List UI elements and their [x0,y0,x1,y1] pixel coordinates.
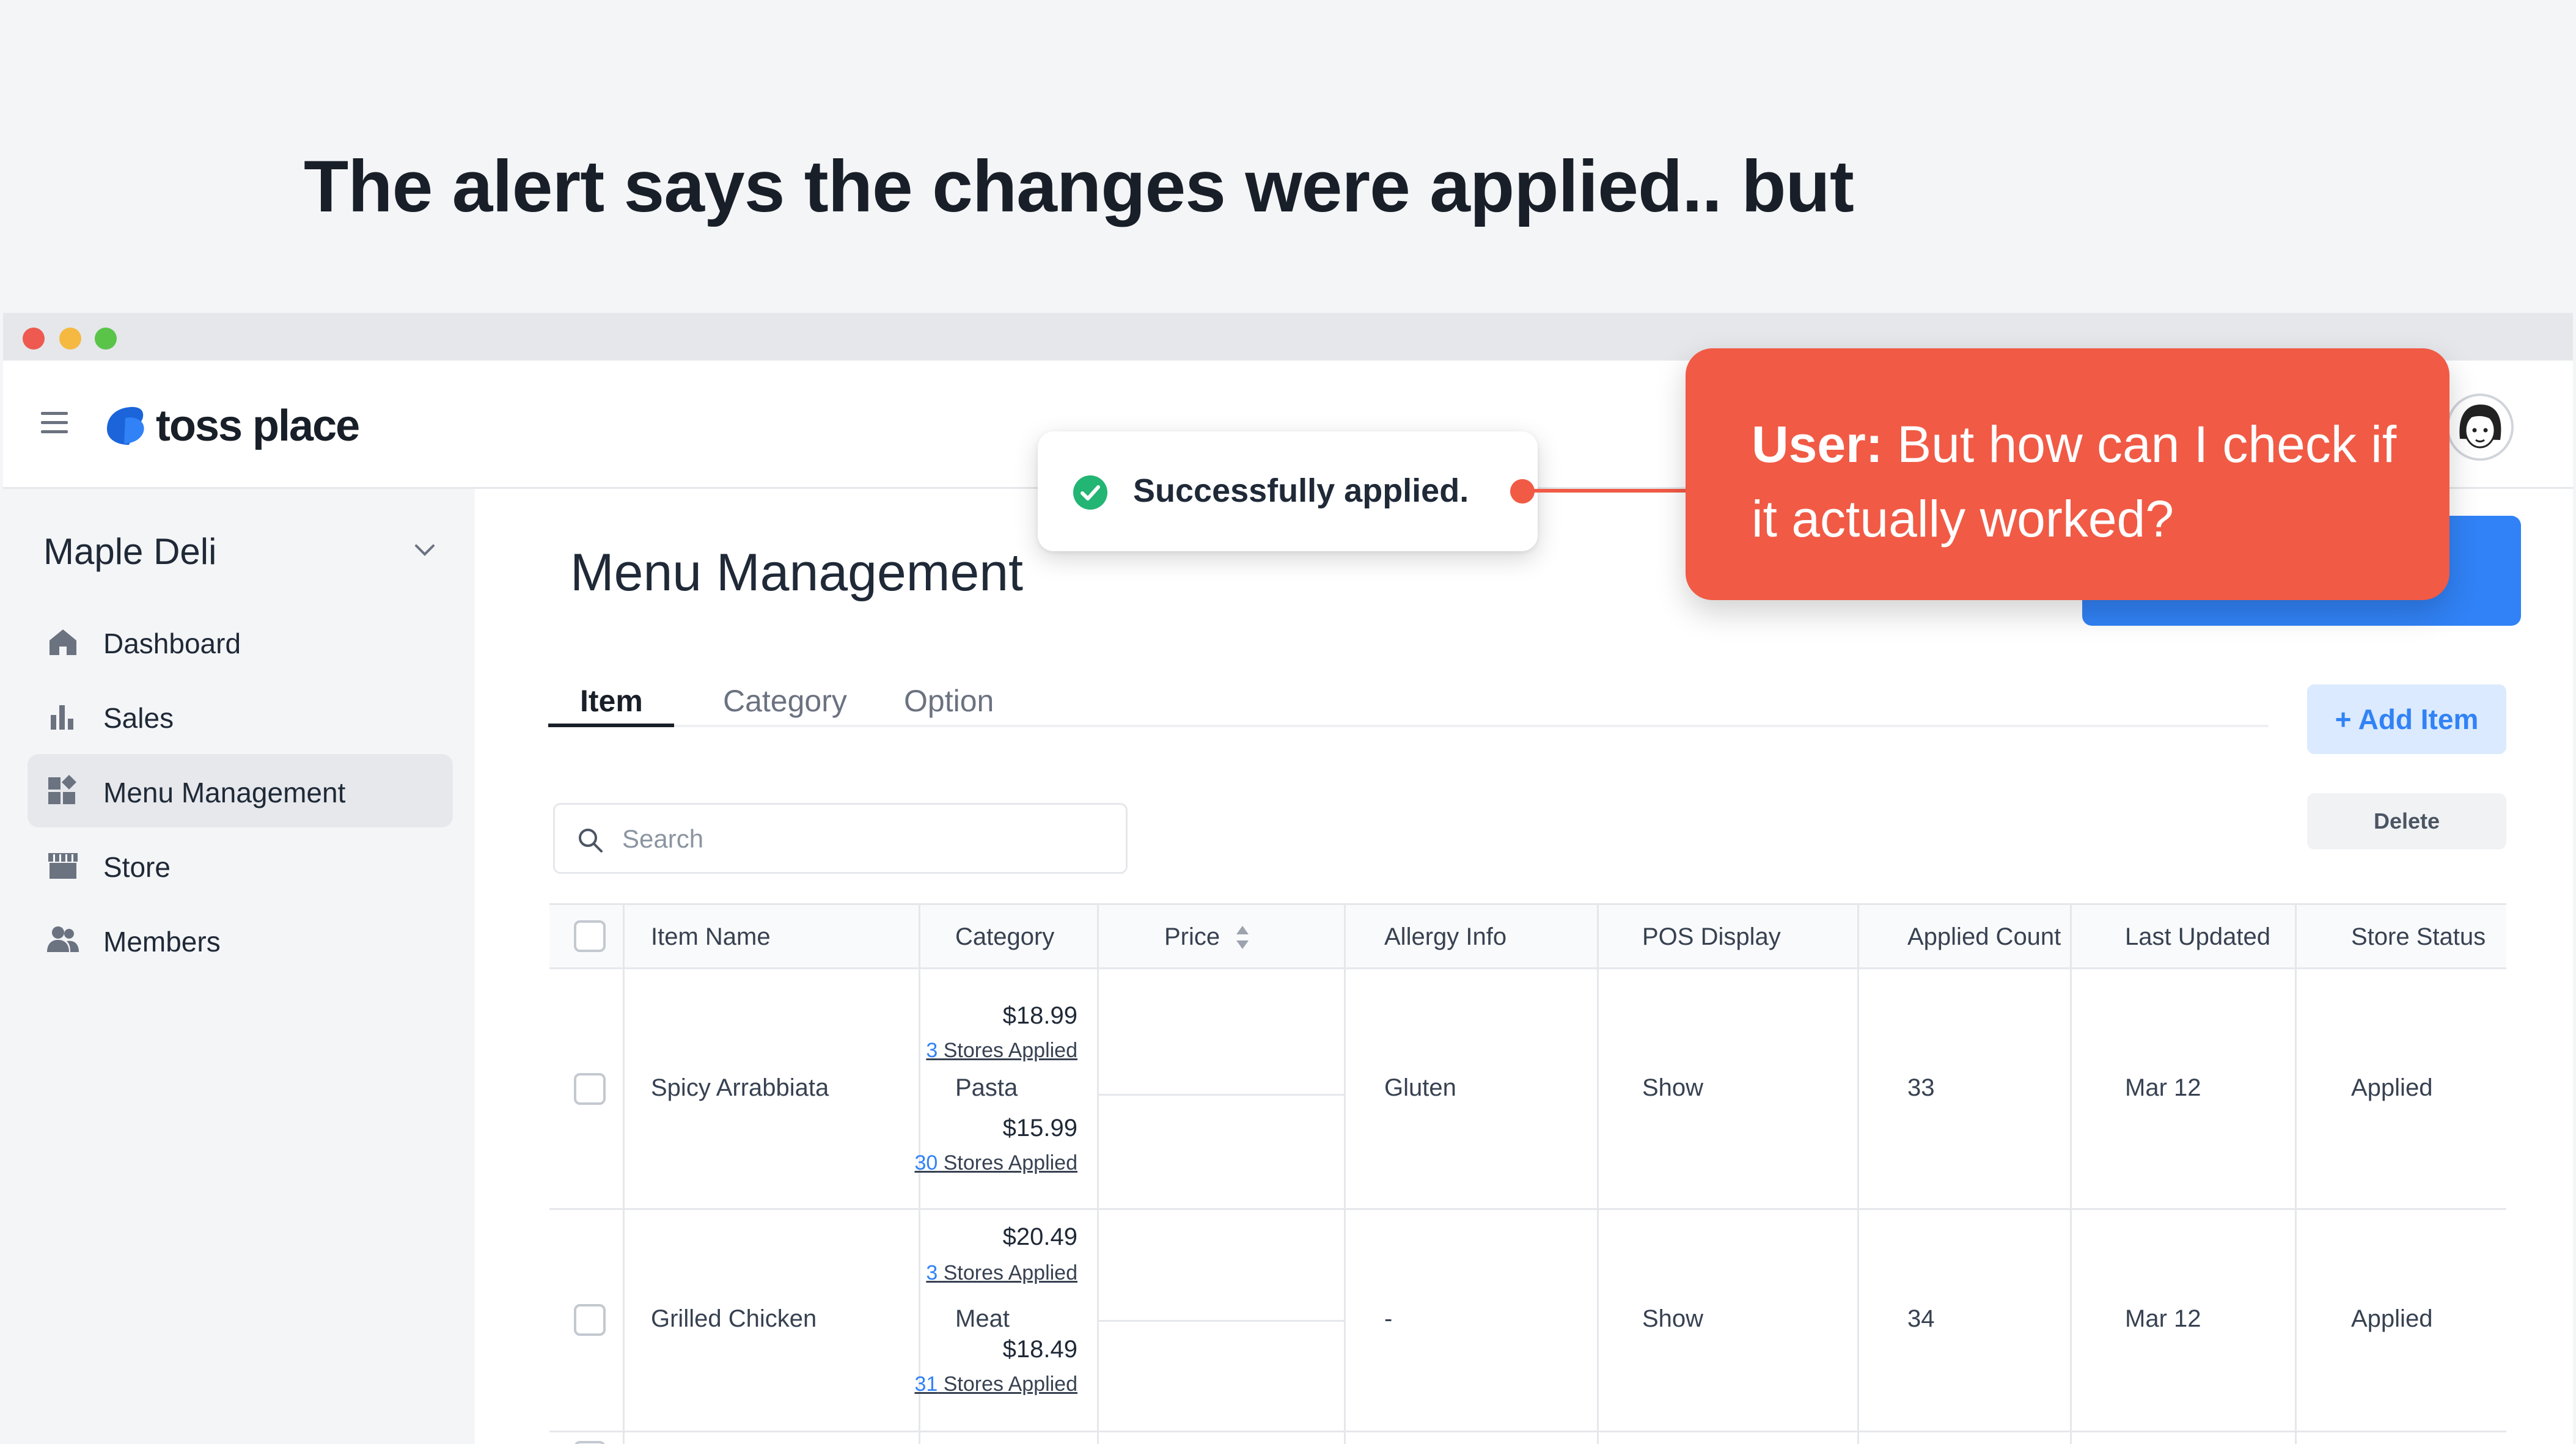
stores-applied-link[interactable]: 30 Stores Applied [876,1151,1077,1175]
search-input[interactable]: Search [553,803,1128,874]
user-avatar[interactable] [2446,394,2514,461]
sidebar-item-label: Dashboard [103,628,241,659]
stores-applied-label: Stores Applied [938,1261,1077,1285]
price-divider [1097,1094,1344,1096]
last-updated: Mar 12 [2125,1305,2201,1332]
stores-applied-label: Stores Applied [938,1151,1077,1175]
toss-logo-icon [107,407,144,445]
column-header-category[interactable]: Category [955,923,1054,951]
stores-applied-link[interactable]: 3 Stores Applied [876,1261,1077,1285]
main-content: Menu Management Item Category Option + A… [475,489,2573,1444]
chevron-down-icon[interactable] [411,537,438,563]
column-header-pos-display[interactable]: POS Display [1642,923,1781,951]
select-all-checkbox[interactable] [574,920,606,952]
sidebar-item-sales[interactable]: Sales [28,680,453,753]
row-checkbox[interactable] [574,1073,606,1105]
stores-applied-count: 3 [926,1039,938,1062]
store-icon [48,853,78,879]
search-icon [579,829,603,852]
last-updated: Mar 12 [2125,1074,2201,1101]
store-status: Applied [2351,1074,2433,1101]
stores-applied-label: Stores Applied [938,1039,1077,1062]
price-value: $18.49 [1002,1336,1077,1363]
user-question-callout: User: But how can I check if it actually… [1686,348,2449,600]
stores-applied-count: 3 [926,1261,938,1285]
price-divider [1097,1320,1344,1322]
hamburger-menu-icon[interactable] [41,412,68,434]
column-header-store-status[interactable]: Store Status [2351,923,2486,951]
app-logo-text[interactable]: toss place [156,401,360,451]
applied-count: 33 [1907,1074,1935,1101]
pos-display: Show [1642,1074,1704,1101]
table-header: Item Name Category Price Allergy Info PO… [549,903,2506,969]
sidebar-item-label: Menu Management [103,777,346,808]
minimize-window-button[interactable] [59,328,81,350]
add-item-button[interactable]: + Add Item [2307,684,2506,754]
callout-connector [1528,489,1687,493]
allergy-info: Gluten [1384,1074,1456,1101]
item-name: Spicy Arrabbiata [651,1074,829,1101]
stores-applied-count: 31 [914,1373,938,1396]
sidebar-item-store[interactable]: Store [28,829,453,902]
headline: The alert says the changes were applied.… [304,145,1854,227]
store-status: Applied [2351,1305,2433,1332]
delete-button[interactable]: Delete [2307,793,2506,849]
pos-display: Show [1642,1305,1704,1332]
page-title: Menu Management [570,543,1023,602]
toast-message: Successfully applied. [1133,472,1469,509]
callout-speaker: User: [1752,416,1883,473]
row-checkbox[interactable] [574,1304,606,1336]
callout-pointer-dot [1510,479,1535,504]
sidebar-item-label: Sales [103,702,174,734]
column-header-last-updated[interactable]: Last Updated [2125,923,2270,951]
column-header-applied-count[interactable]: Applied Count [1907,923,2061,951]
members-icon [47,926,79,952]
sidebar-item-dashboard[interactable]: Dashboard [28,605,453,678]
stores-applied-count: 30 [914,1151,938,1175]
home-icon [50,629,76,655]
sidebar-item-label: Store [103,851,171,883]
table-row[interactable]: Grilled Chicken Meat $20.49 3 Stores App… [549,1210,2506,1432]
success-toast: Successfully applied. [1038,431,1538,551]
item-name: Grilled Chicken [651,1305,817,1332]
sidebar: Maple Deli Dashboard Sales Menu Manageme… [3,489,475,1444]
stores-applied-link[interactable]: 3 Stores Applied [876,1039,1077,1063]
sidebar-item-label: Members [103,926,221,958]
sort-icon[interactable] [1234,923,1251,951]
search-placeholder: Search [622,824,704,853]
tab-bar: Item Category Option [548,672,2269,727]
active-tab-indicator [548,724,674,727]
close-window-button[interactable] [23,328,45,350]
callout-text: User: But how can I check if it actually… [1752,407,2412,556]
column-header-price[interactable]: Price [1164,923,1220,951]
item-category: Pasta [955,1074,1018,1101]
check-circle-icon [1073,475,1107,510]
maximize-window-button[interactable] [95,328,117,350]
tab-item[interactable]: Item [580,683,643,719]
stores-applied-link[interactable]: 31 Stores Applied [876,1373,1077,1396]
tab-category[interactable]: Category [723,683,847,719]
sidebar-item-members[interactable]: Members [28,903,453,977]
price-value: $20.49 [1002,1223,1077,1250]
sidebar-item-menu-management[interactable]: Menu Management [28,754,453,827]
column-header-item-name[interactable]: Item Name [651,923,771,951]
tab-option[interactable]: Option [904,683,994,719]
bar-chart-icon [51,705,73,730]
grid-icon [48,775,76,804]
allergy-info: - [1384,1305,1393,1332]
store-selector[interactable]: Maple Deli [43,530,216,573]
table-row[interactable]: Spicy Arrabbiata Pasta $18.99 3 Stores A… [549,969,2506,1210]
column-header-allergy-info[interactable]: Allergy Info [1384,923,1506,951]
avatar-face-icon [2459,405,2501,449]
price-value: $18.99 [1002,1002,1077,1029]
price-value: $15.99 [1002,1115,1077,1142]
item-category: Meat [955,1305,1010,1332]
stores-applied-label: Stores Applied [938,1373,1077,1396]
row-checkbox[interactable] [574,1441,606,1444]
applied-count: 34 [1907,1305,1935,1332]
